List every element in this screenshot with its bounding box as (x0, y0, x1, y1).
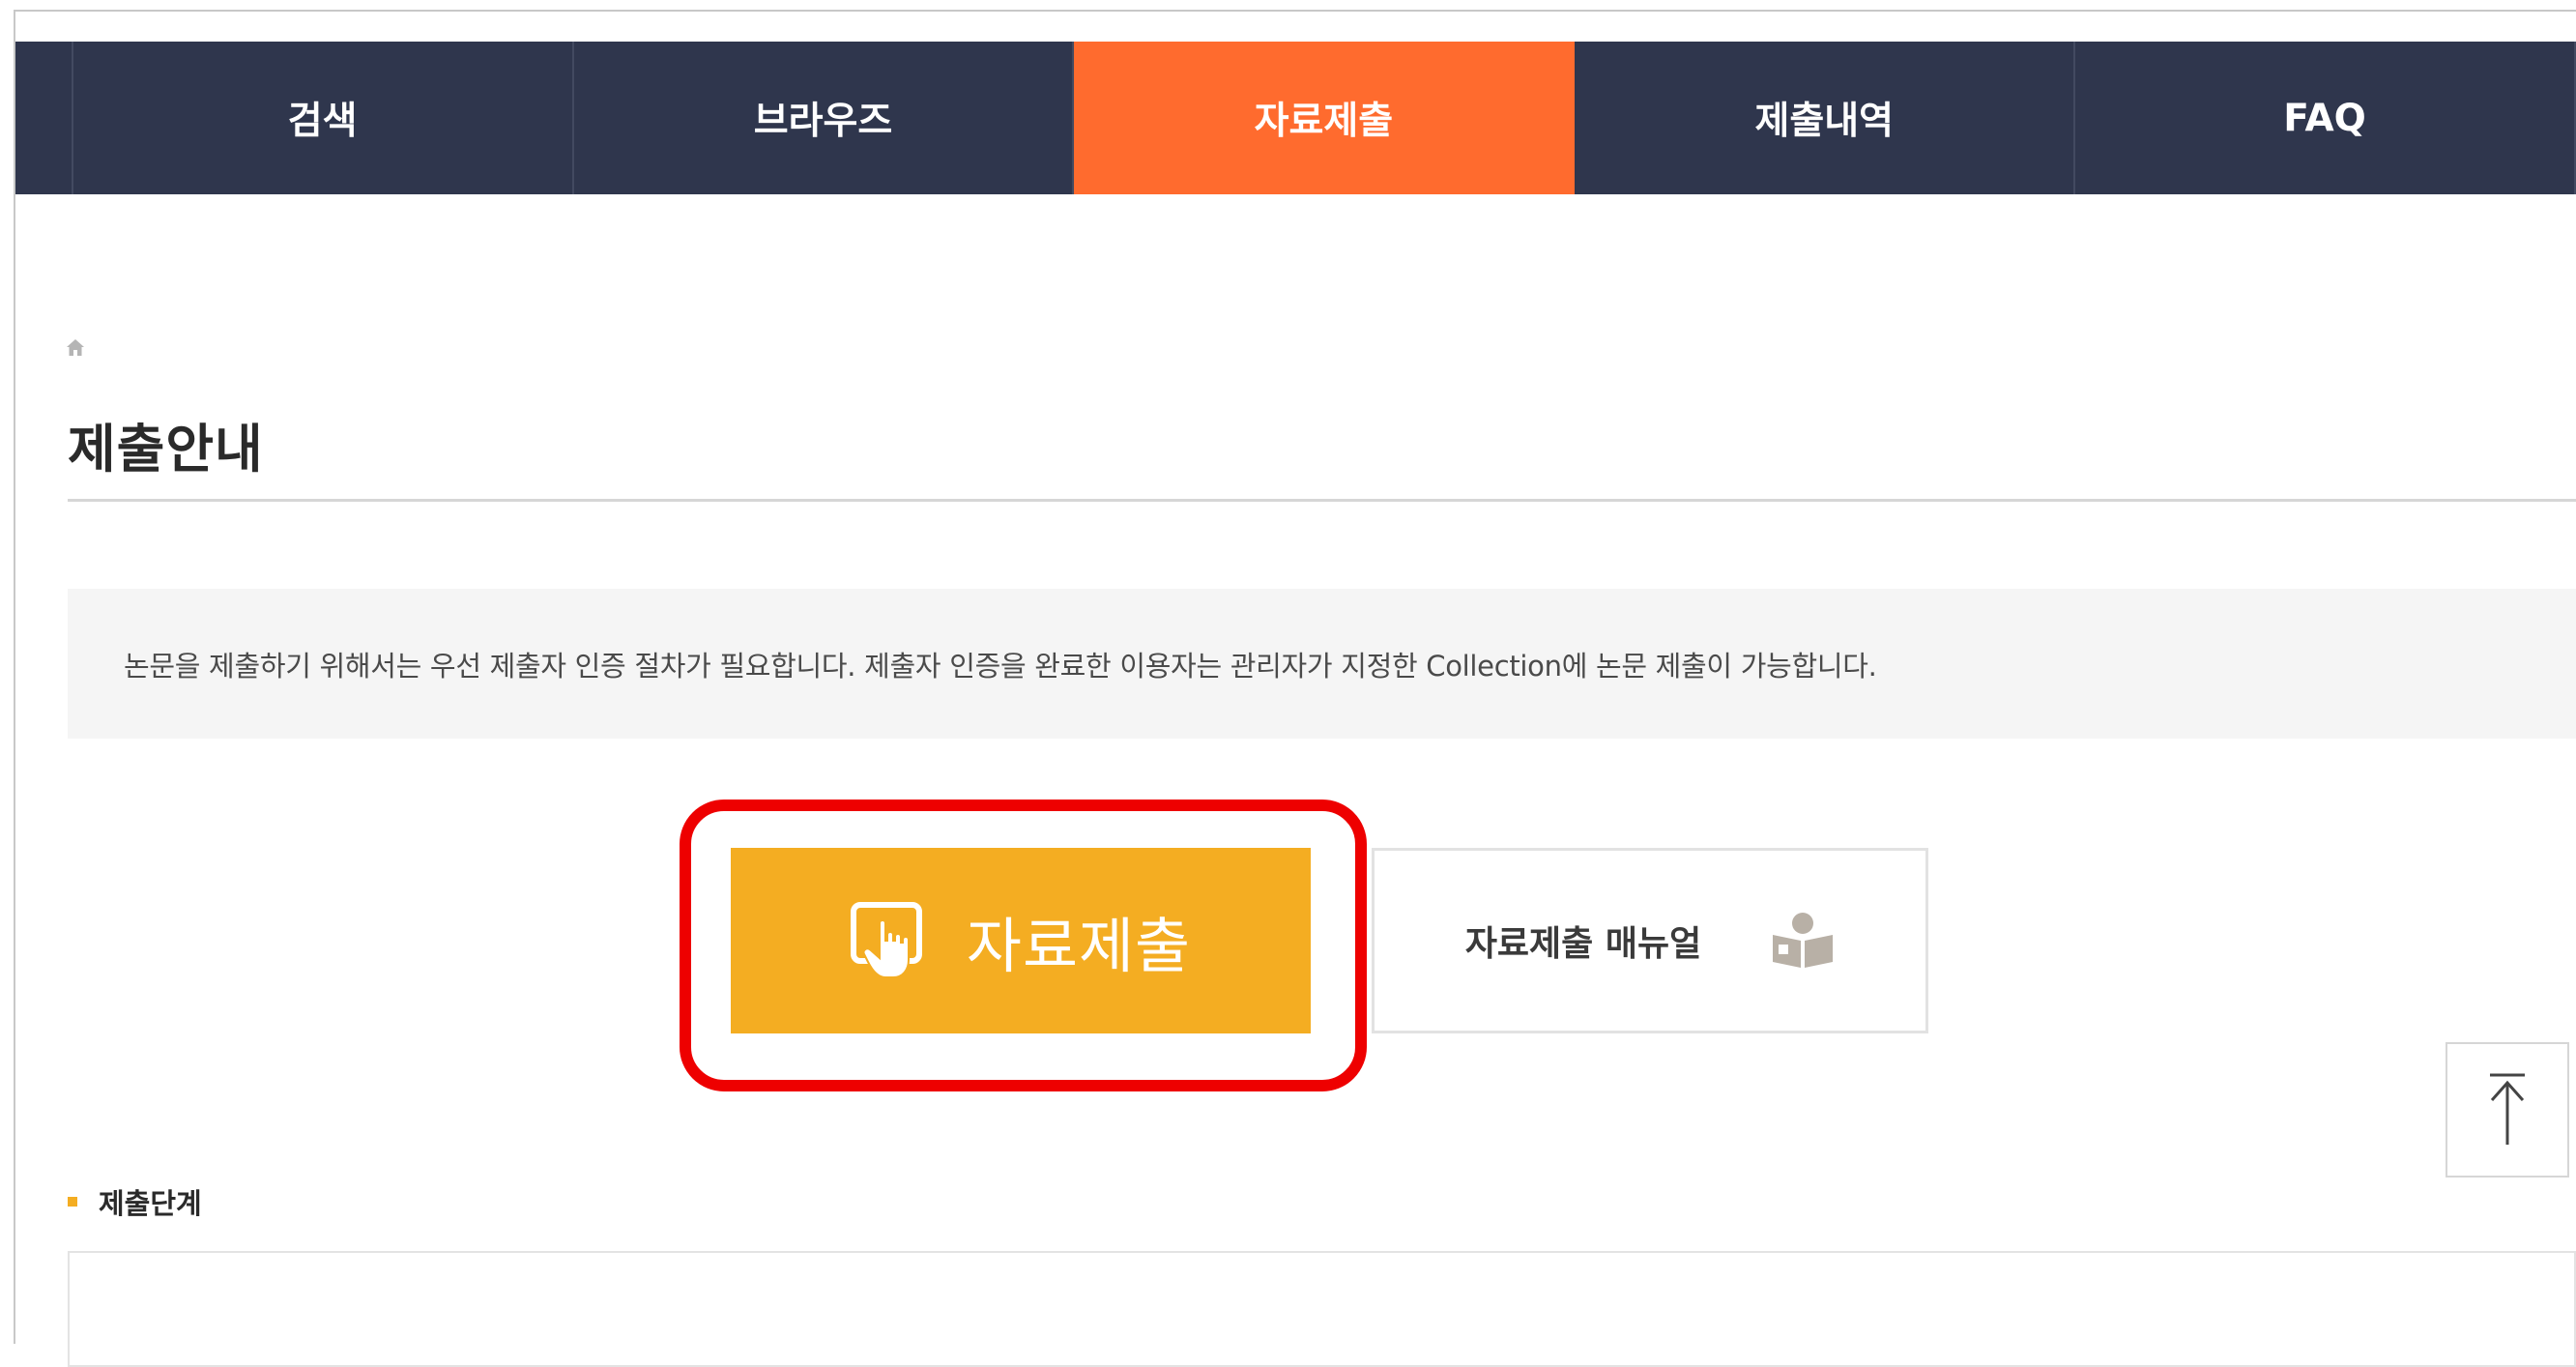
tab-browse[interactable]: 브라우즈 (574, 42, 1075, 194)
tab-faq[interactable]: FAQ (2075, 42, 2576, 194)
submit-button-label: 자료제출 (966, 911, 1192, 981)
bullet-icon (68, 1197, 77, 1207)
tab-submission-history[interactable]: 제출내역 (1575, 42, 2076, 194)
page-title: 제출안내 (68, 419, 264, 480)
scroll-top-button[interactable] (2446, 1042, 2569, 1178)
manual-button-label: 자료제출 매뉴얼 (1464, 924, 1702, 964)
steps-heading: 제출단계 (68, 1181, 202, 1222)
title-divider (68, 499, 2576, 502)
notice-box: 논문을 제출하기 위해서는 우선 제출자 인증 절차가 필요합니다. 제출자 인… (68, 589, 2576, 739)
home-icon[interactable] (66, 338, 85, 358)
notice-text: 논문을 제출하기 위해서는 우선 제출자 인증 절차가 필요합니다. 제출자 인… (124, 649, 1877, 683)
submit-material-button[interactable]: 자료제출 (731, 848, 1311, 1033)
submission-manual-button[interactable]: 자료제출 매뉴얼 (1372, 848, 1928, 1033)
tab-submit[interactable]: 자료제출 (1074, 42, 1576, 194)
steps-panel (68, 1251, 2576, 1367)
reader-book-icon (1773, 913, 1834, 968)
hand-pointer-icon (850, 902, 922, 978)
arrow-up-icon (2490, 1073, 2525, 1145)
steps-heading-label: 제출단계 (99, 1187, 202, 1220)
top-navigation: 검색 브라우즈 자료제출 제출내역 FAQ (15, 42, 2576, 194)
tab-search[interactable]: 검색 (73, 42, 574, 194)
nav-left-spacer (15, 42, 73, 194)
